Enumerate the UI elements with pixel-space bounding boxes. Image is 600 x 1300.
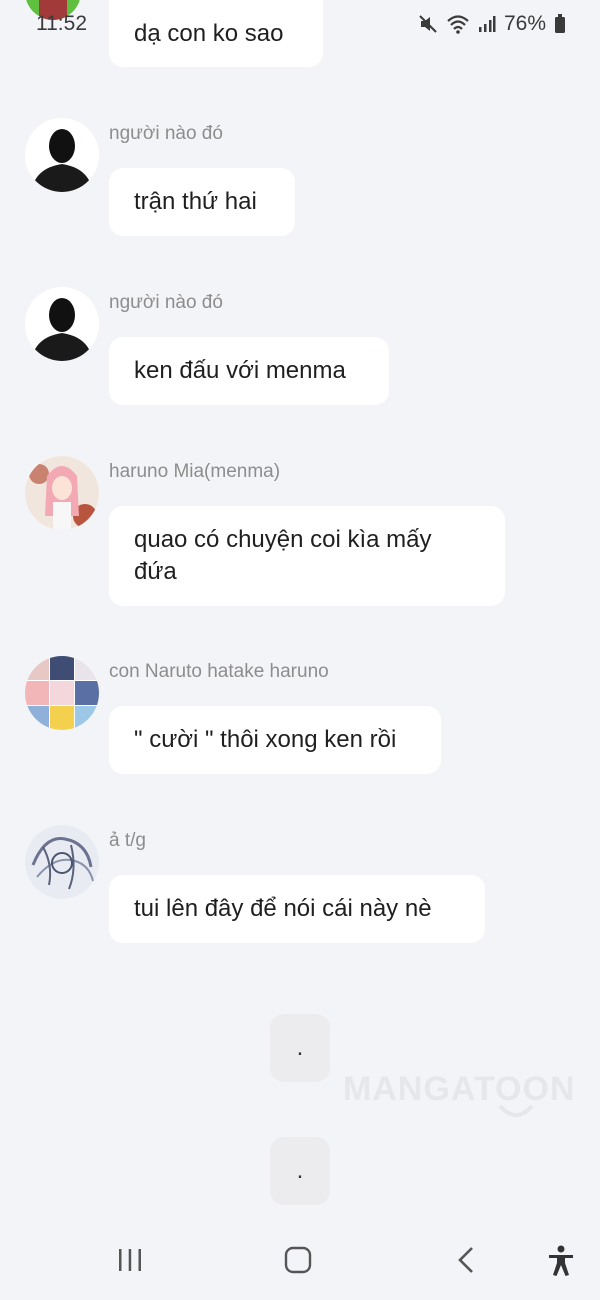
signal-icon bbox=[478, 15, 496, 33]
message-text: ken đấu với menma bbox=[134, 357, 346, 384]
battery-icon bbox=[554, 14, 566, 34]
message-text: tui lên đây để nói cái này nè bbox=[134, 895, 432, 922]
recent-apps-button[interactable] bbox=[114, 1244, 146, 1276]
back-icon bbox=[458, 1247, 473, 1273]
battery-level: 76% bbox=[503, 12, 546, 35]
message-bubble: dạ con ko sao bbox=[109, 0, 323, 67]
message-bubble: ken đấu với menma bbox=[109, 337, 389, 405]
message-text-line: đứa bbox=[134, 558, 177, 585]
anime-girl-avatar[interactable] bbox=[25, 456, 99, 530]
watermark-smile-icon bbox=[498, 1104, 534, 1117]
navigation-bar bbox=[0, 1222, 600, 1300]
message-text-line: quao có chuyện coi kìa mấy bbox=[134, 526, 432, 553]
wifi-icon bbox=[446, 14, 470, 34]
home-icon bbox=[284, 1246, 312, 1274]
back-button[interactable] bbox=[450, 1244, 482, 1276]
bubble-dot: . bbox=[296, 1034, 304, 1061]
placeholder-bubble: . bbox=[270, 1137, 330, 1205]
silhouette-avatar[interactable] bbox=[25, 118, 99, 192]
message-text: " cười " thôi xong ken rồi bbox=[134, 726, 397, 753]
sender-name: người nào đó bbox=[109, 123, 223, 144]
message-text: dạ con ko sao bbox=[134, 20, 284, 47]
watermark: MANGATOON bbox=[343, 1070, 576, 1108]
mute-icon bbox=[418, 14, 438, 34]
recent-apps-icon bbox=[119, 1249, 141, 1271]
bubble-dot: . bbox=[296, 1157, 304, 1184]
sender-name: haruno Mia(menma) bbox=[109, 461, 281, 482]
status-icons: 76% bbox=[418, 12, 566, 36]
sender-name: con Naruto hatake haruno bbox=[109, 661, 329, 682]
accessibility-icon bbox=[549, 1245, 573, 1276]
sketch-avatar[interactable] bbox=[25, 825, 99, 899]
silhouette-avatar[interactable] bbox=[25, 287, 99, 361]
message-bubble: quao có chuyện coi kìa mấy đứa bbox=[109, 506, 505, 606]
accessibility-button[interactable] bbox=[544, 1244, 578, 1278]
sender-name: ả t/g bbox=[109, 830, 146, 851]
placeholder-bubble: . bbox=[270, 1014, 330, 1082]
message-text: trận thứ hai bbox=[134, 188, 257, 215]
message-bubble: " cười " thôi xong ken rồi bbox=[109, 706, 441, 774]
collage-avatar[interactable] bbox=[25, 656, 99, 730]
home-button[interactable] bbox=[282, 1244, 314, 1276]
message-bubble: tui lên đây để nói cái này nè bbox=[109, 875, 485, 943]
message-bubble: trận thứ hai bbox=[109, 168, 295, 236]
sender-name: người nào đó bbox=[109, 292, 223, 313]
status-time: 11:52 bbox=[36, 12, 87, 35]
